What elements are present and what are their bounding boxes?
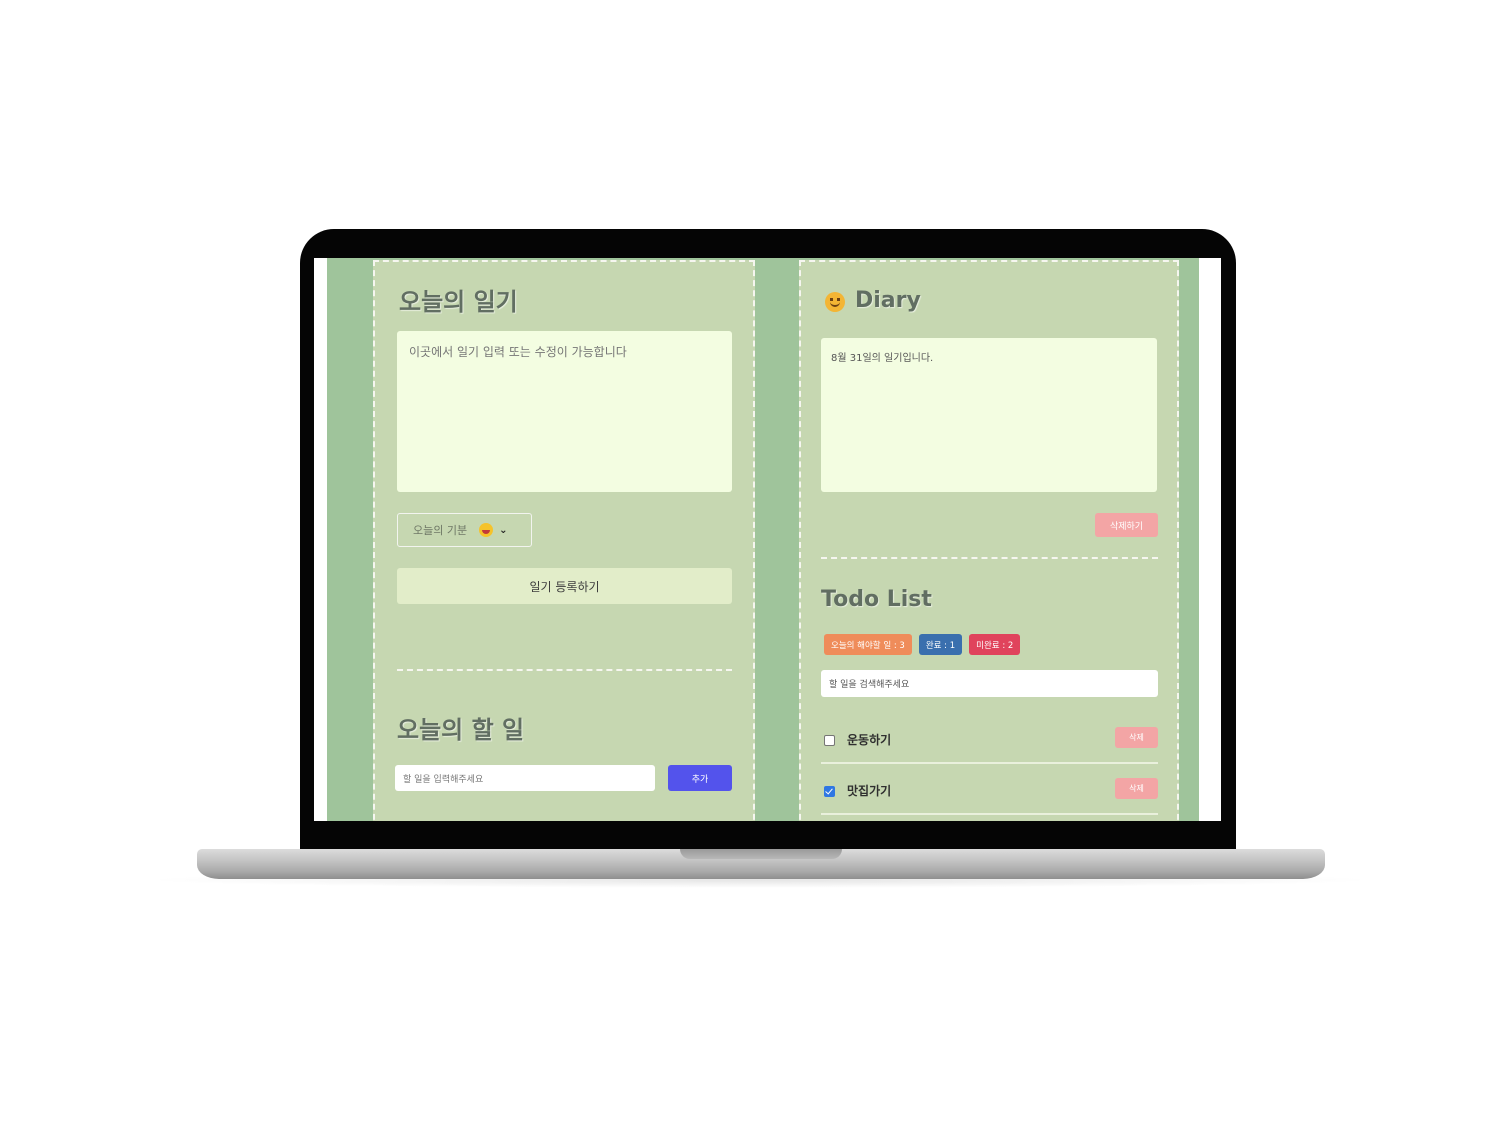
todo-stats: 오늘의 해야할 일 : 3 완료 : 1 미완료 : 2 bbox=[824, 634, 1021, 655]
todo-search-input[interactable]: 할 일을 검색해주세요 bbox=[821, 670, 1158, 697]
todo-input[interactable]: 할 일을 입력해주세요 bbox=[395, 765, 655, 791]
total-badge: 오늘의 해야할 일 : 3 bbox=[824, 634, 912, 655]
diary-editor-panel: 오늘의 일기 오늘의 기분 ⌄ 일기 등록하기 오늘의 할 일 할 일을 입력해… bbox=[373, 260, 755, 821]
laptop-notch bbox=[680, 849, 842, 859]
chevron-down-icon: ⌄ bbox=[499, 524, 508, 536]
mood-select-label: 오늘의 기분 bbox=[413, 524, 468, 537]
diary-heading: 오늘의 일기 bbox=[399, 288, 518, 316]
section-divider bbox=[821, 557, 1158, 559]
register-diary-button[interactable]: 일기 등록하기 bbox=[397, 568, 732, 604]
todo-checkbox[interactable] bbox=[824, 735, 835, 746]
todo-checkbox[interactable] bbox=[824, 786, 835, 797]
add-todo-button[interactable]: 추가 bbox=[668, 765, 732, 791]
smiling-face-icon bbox=[825, 292, 845, 312]
todo-heading: 오늘의 할 일 bbox=[397, 716, 525, 744]
todo-item: 맛집가기 삭제 bbox=[821, 775, 1158, 815]
delete-diary-button[interactable]: 삭제하기 bbox=[1095, 513, 1158, 537]
mood-select[interactable]: 오늘의 기분 ⌄ bbox=[397, 513, 532, 547]
laptop-screen: 오늘의 일기 오늘의 기분 ⌄ 일기 등록하기 오늘의 할 일 할 일을 입력해… bbox=[314, 258, 1221, 821]
todo-text: 운동하기 bbox=[847, 733, 892, 747]
delete-todo-button[interactable]: 삭제 bbox=[1115, 727, 1158, 748]
page-background: 오늘의 일기 오늘의 기분 ⌄ 일기 등록하기 오늘의 할 일 할 일을 입력해… bbox=[327, 258, 1199, 821]
diary-title: Diary bbox=[855, 288, 921, 313]
diary-content: 8월 31일의 일기입니다. bbox=[821, 338, 1157, 492]
section-divider bbox=[397, 669, 732, 671]
undone-badge: 미완료 : 2 bbox=[969, 634, 1021, 655]
laughing-face-icon bbox=[479, 523, 494, 537]
diary-view-panel: Diary 8월 31일의 일기입니다. 삭제하기 Todo List 오늘의 … bbox=[799, 260, 1179, 821]
todo-list-title: Todo List bbox=[821, 587, 932, 612]
delete-todo-button[interactable]: 삭제 bbox=[1115, 778, 1158, 799]
todo-text: 맛집가기 bbox=[847, 784, 892, 798]
todo-item: 운동하기 삭제 bbox=[821, 724, 1158, 764]
diary-textarea[interactable] bbox=[397, 331, 732, 492]
done-badge: 완료 : 1 bbox=[918, 634, 963, 655]
